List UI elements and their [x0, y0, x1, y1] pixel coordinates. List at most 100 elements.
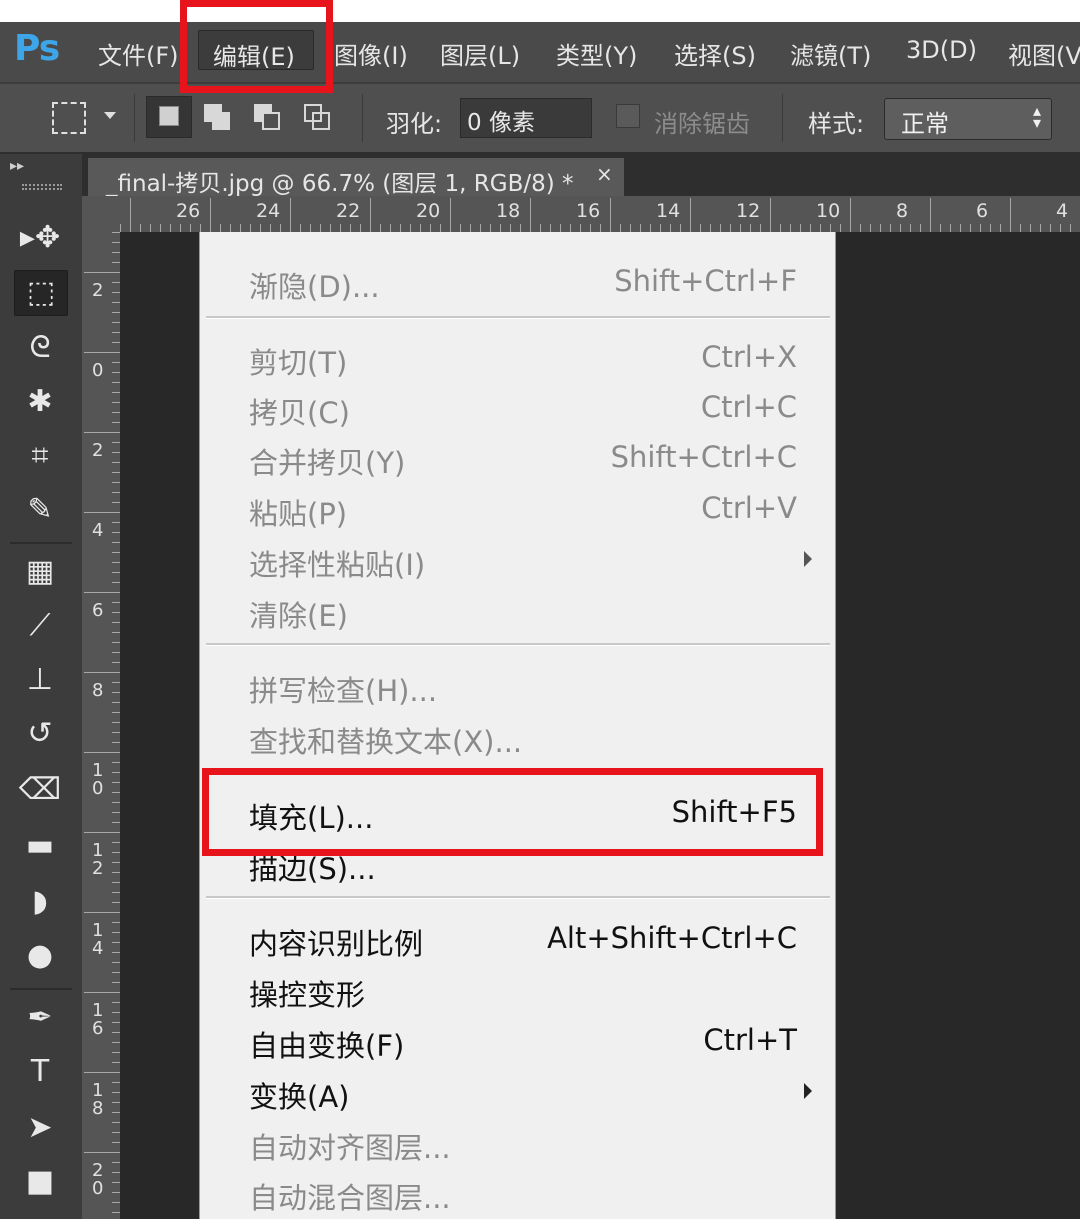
- ruler-tick: [230, 224, 231, 232]
- ruler-tick: [120, 224, 121, 232]
- history-brush-tool-icon[interactable]: ↺: [14, 712, 66, 756]
- brush-tool-icon[interactable]: ⟋: [14, 604, 66, 648]
- style-select[interactable]: 正常 ▴ ▾: [884, 98, 1052, 140]
- ruler-tick: [1070, 224, 1071, 232]
- menu-item-label: 粘贴(P): [249, 497, 348, 531]
- edit-menu-item[interactable]: 剪切(T) Ctrl+X: [200, 332, 837, 382]
- ruler-tick: [112, 1022, 120, 1023]
- menu-item-shortcut: Shift+Ctrl+F: [614, 264, 797, 298]
- horizontal-ruler[interactable]: 26 24 22 20 18 16 14 12 10 8 6 4: [120, 196, 1080, 232]
- marquee-preset-icon[interactable]: [52, 102, 86, 134]
- edit-menu-item[interactable]: 粘贴(P) Ctrl+V: [200, 483, 837, 533]
- edit-menu-item[interactable]: 拷贝(C) Ctrl+C: [200, 382, 837, 432]
- gradient-tool-icon[interactable]: ▬: [14, 824, 66, 868]
- path-select-tool-icon[interactable]: ➤: [14, 1106, 66, 1150]
- ruler-tick: [650, 224, 651, 232]
- ruler-number: 12: [92, 840, 104, 879]
- eyedropper-tool-icon[interactable]: ✎: [14, 488, 66, 532]
- document-tab[interactable]: _final-拷贝.jpg @ 66.7% (图层 1, RGB/8) * ×: [88, 158, 624, 197]
- menu-file[interactable]: 文件(F): [98, 36, 179, 71]
- ruler-tick: [112, 1062, 120, 1063]
- ruler-tick: [700, 224, 701, 232]
- edit-menu-item[interactable]: 操控变形: [200, 964, 837, 1014]
- clone-stamp-tool-icon[interactable]: ⊥: [14, 658, 66, 702]
- edit-menu-item[interactable]: 变换(A): [200, 1066, 837, 1116]
- ruler-tick: [112, 1182, 120, 1183]
- ruler-tick: [112, 802, 120, 803]
- intersect-selection-button[interactable]: [298, 96, 340, 138]
- ruler-tick: [640, 224, 641, 232]
- add-to-selection-button[interactable]: [198, 96, 240, 138]
- edit-menu-item[interactable]: 查找和替换文本(X)...: [200, 711, 837, 761]
- menu-item-label: 变换(A): [249, 1080, 350, 1114]
- edit-menu-item[interactable]: 选择性粘贴(I): [200, 534, 837, 584]
- ruler-number: 18: [496, 200, 521, 222]
- ruler-tick: [760, 224, 761, 232]
- new-selection-button[interactable]: [146, 96, 192, 138]
- menu-filter[interactable]: 滤镜(T): [790, 36, 871, 71]
- edit-menu-item[interactable]: 合并拷贝(Y) Shift+Ctrl+C: [200, 432, 837, 482]
- ruler-tick: [470, 224, 471, 232]
- menu-3d[interactable]: 3D(D): [906, 36, 977, 64]
- ruler-tick: [112, 442, 120, 443]
- subtract-from-selection-button[interactable]: [248, 96, 290, 138]
- ruler-tick: [112, 852, 120, 853]
- edit-menu-item[interactable]: 拼写检查(H)...: [200, 660, 837, 710]
- healing-brush-tool-icon[interactable]: ▦: [14, 550, 66, 594]
- move-tool-icon[interactable]: ▸✥: [14, 216, 66, 260]
- edit-menu-item[interactable]: 清除(E): [200, 585, 837, 635]
- antialias-checkbox[interactable]: [616, 104, 640, 128]
- panel-grip[interactable]: [22, 184, 62, 190]
- ruler-tick: [112, 772, 120, 773]
- new-selection-icon: [159, 106, 179, 126]
- ruler-tick: [112, 782, 120, 783]
- vertical-ruler[interactable]: 2 0 2 4 6 8 10 12 14 16 18 20: [82, 232, 120, 1219]
- ruler-tick: [112, 1202, 120, 1203]
- edit-menu-item[interactable]: 自由变换(F) Ctrl+T: [200, 1015, 837, 1065]
- ruler-tick: [112, 412, 120, 413]
- menu-view[interactable]: 视图(V: [1008, 36, 1080, 71]
- ruler-tick: [112, 462, 120, 463]
- dodge-tool-icon[interactable]: ●: [14, 934, 66, 978]
- pen-tool-icon[interactable]: ✒: [14, 996, 66, 1040]
- eraser-tool-icon[interactable]: ⌫: [14, 768, 66, 812]
- rectangle-shape-tool-icon[interactable]: ■: [14, 1160, 66, 1204]
- menu-select[interactable]: 选择(S): [674, 36, 756, 71]
- ruler-corner[interactable]: [82, 196, 120, 232]
- type-tool-icon[interactable]: T: [14, 1050, 66, 1094]
- crop-tool-icon[interactable]: ⌗: [14, 434, 66, 478]
- ruler-tick: [680, 224, 681, 232]
- feather-input[interactable]: 0 像素: [460, 98, 592, 138]
- menu-item-label: 清除(E): [249, 599, 348, 633]
- ruler-tick: [112, 1092, 120, 1093]
- edit-menu-item[interactable]: 内容识别比例 Alt+Shift+Ctrl+C: [200, 913, 837, 963]
- rect-marquee-tool-icon[interactable]: ⬚: [14, 270, 68, 316]
- ruler-tick: [220, 224, 221, 232]
- menu-image[interactable]: 图像(I): [334, 36, 408, 71]
- ruler-number: 6: [976, 200, 989, 222]
- ruler-tick: [112, 842, 120, 843]
- ruler-tick: [720, 224, 721, 232]
- ruler-tick: [940, 224, 941, 232]
- blur-tool-icon[interactable]: ◗: [14, 880, 66, 924]
- photoshop-logo: Ps: [14, 28, 60, 69]
- menu-layer[interactable]: 图层(L): [440, 36, 520, 71]
- ruler-tick: [620, 224, 621, 232]
- ruler-tick: [900, 224, 901, 232]
- close-icon[interactable]: ×: [596, 162, 613, 186]
- ruler-number: 8: [896, 200, 909, 222]
- ruler-tick: [420, 224, 421, 232]
- ruler-tick: [200, 224, 201, 232]
- ruler-tick: [980, 224, 981, 232]
- menu-type[interactable]: 类型(Y): [556, 36, 637, 71]
- lasso-tool-icon[interactable]: ᘓ: [14, 326, 66, 370]
- ruler-tick: [84, 1072, 120, 1073]
- edit-menu-item[interactable]: 自动混合图层...: [200, 1167, 837, 1217]
- ruler-tick: [112, 242, 120, 243]
- collapse-panel-icon[interactable]: ▸▸: [10, 158, 24, 174]
- tool-preset-dropdown-icon[interactable]: [104, 112, 116, 119]
- edit-menu-item[interactable]: 渐隐(D)... Shift+Ctrl+F: [200, 256, 837, 306]
- ruler-number: 18: [92, 1080, 104, 1119]
- magic-wand-tool-icon[interactable]: ✱: [14, 380, 66, 424]
- edit-menu-item[interactable]: 自动对齐图层...: [200, 1117, 837, 1167]
